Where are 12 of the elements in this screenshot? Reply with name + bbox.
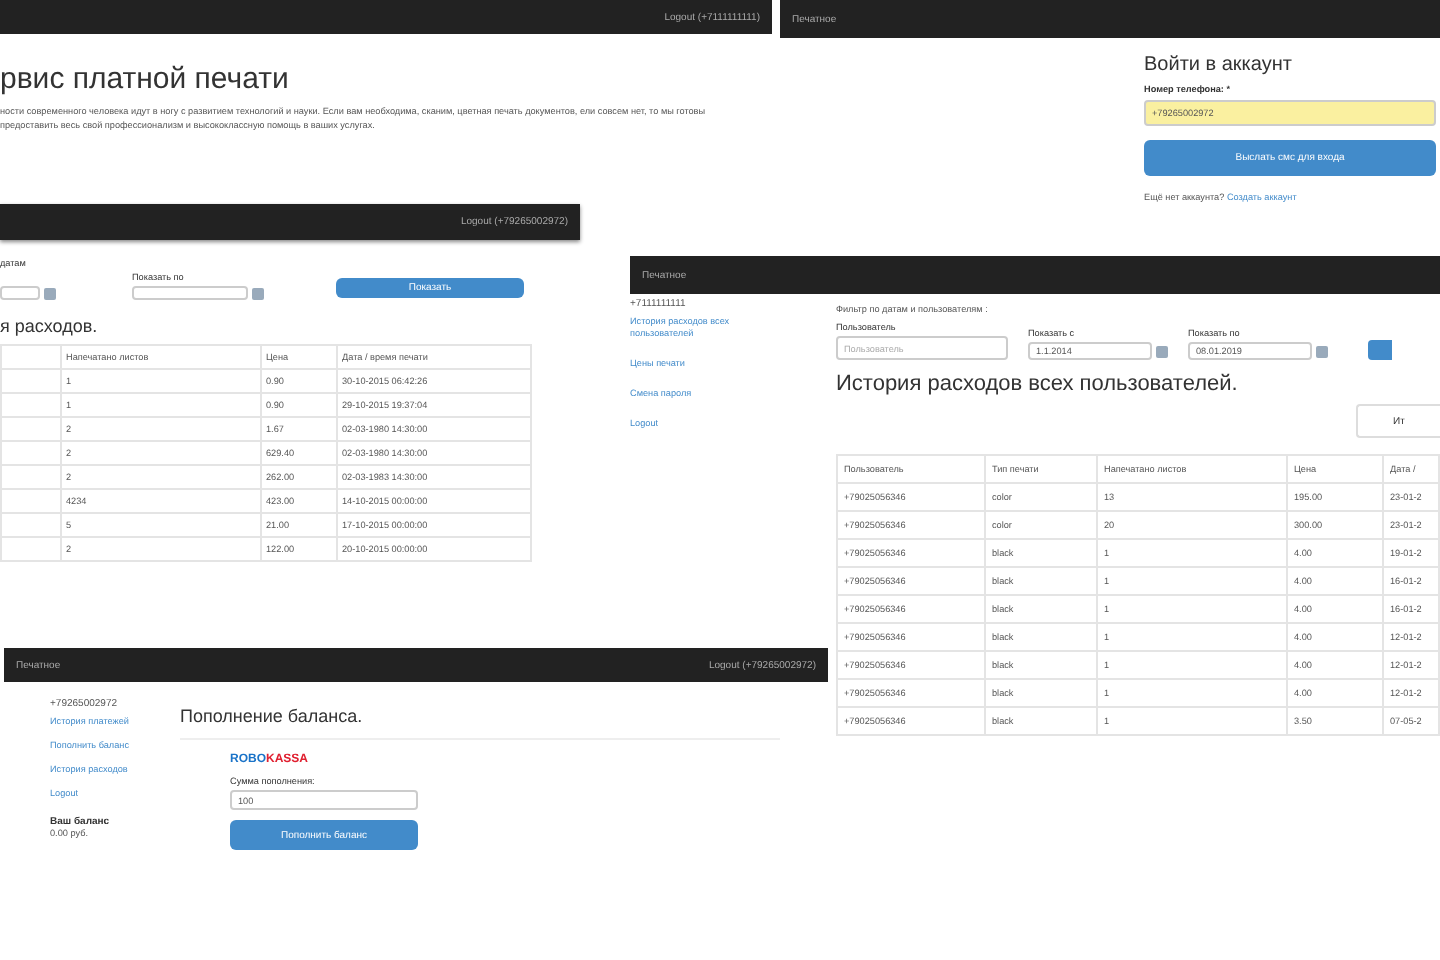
calendar-icon[interactable] bbox=[1316, 345, 1328, 357]
page-heading: рвис платной печати bbox=[0, 62, 291, 96]
date-input[interactable] bbox=[0, 286, 40, 300]
calendar-icon[interactable] bbox=[44, 287, 56, 299]
calendar-icon[interactable] bbox=[1156, 345, 1168, 357]
calendar-icon[interactable] bbox=[252, 287, 264, 299]
section-heading: Пополнение баланса. bbox=[180, 706, 780, 740]
date-input[interactable] bbox=[132, 286, 248, 300]
section-heading: История расходов всех пользователей. bbox=[836, 372, 1240, 396]
filter-button[interactable] bbox=[1368, 340, 1392, 360]
section-heading: я расходов. bbox=[0, 316, 100, 336]
form-heading: Войти в аккаунт bbox=[1144, 54, 1294, 76]
